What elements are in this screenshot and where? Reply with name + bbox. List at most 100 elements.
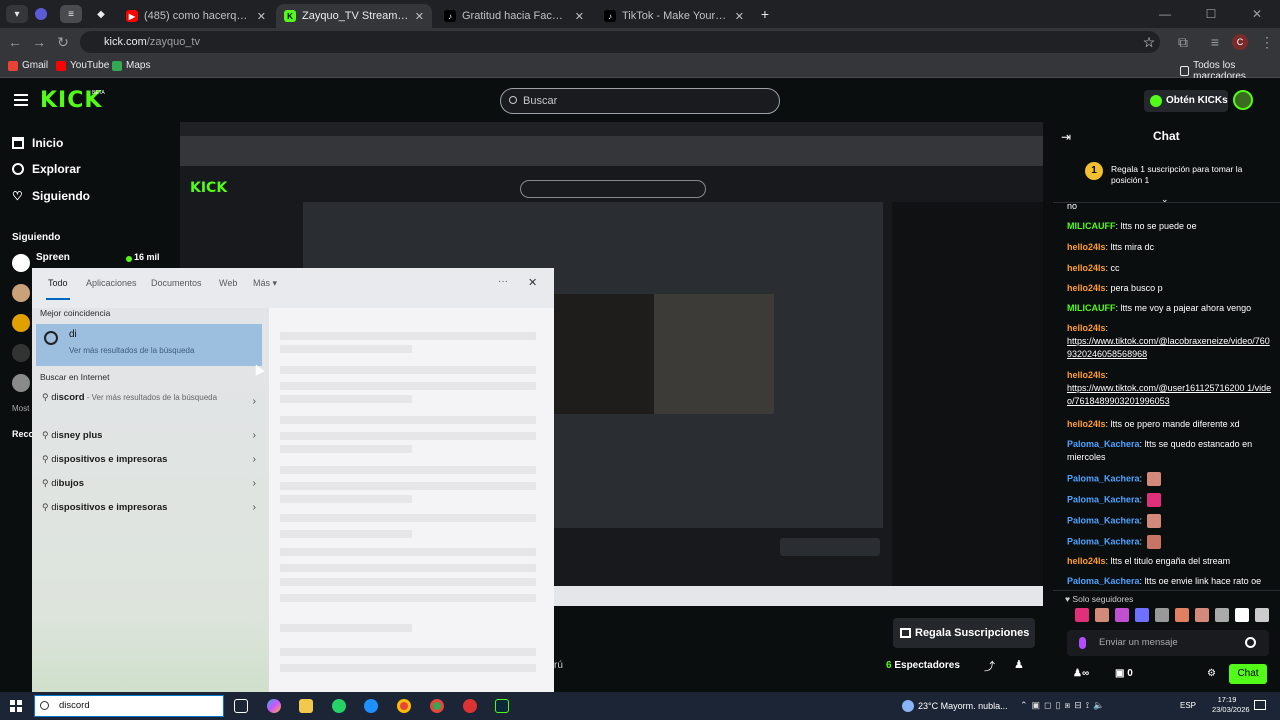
gift-subs-button[interactable]: Regala Suscripciones xyxy=(893,618,1035,648)
chat-username[interactable]: hello24ls xyxy=(1067,556,1106,566)
chat-message[interactable]: MILICAUFF: ltts me voy a pajear ahora ve… xyxy=(1067,302,1272,315)
tab-documentos[interactable]: Documentos xyxy=(151,278,202,288)
tab-search-icon[interactable]: ▾ xyxy=(6,5,28,23)
chat-username[interactable]: Paloma_Kachera xyxy=(1067,494,1140,504)
settings-gear-icon[interactable]: ⚙ xyxy=(1207,668,1216,679)
web-suggestion-discord[interactable]: ⚲ discord - Ver más resultados de la bús… xyxy=(42,392,256,420)
file-explorer-icon[interactable] xyxy=(299,699,313,713)
tab-aplicaciones[interactable]: Aplicaciones xyxy=(86,278,137,288)
emote-icon[interactable] xyxy=(1155,608,1169,622)
chat-message[interactable]: hello24ls: https://www.tiktok.com/@user16… xyxy=(1067,369,1272,408)
bookmark-gmail[interactable]: Gmail xyxy=(8,60,48,71)
task-view-icon[interactable] xyxy=(234,699,248,713)
windows-start-icon[interactable] xyxy=(10,700,22,712)
nav-explorar[interactable]: Explorar xyxy=(12,162,81,176)
tab-web[interactable]: Web xyxy=(219,278,237,288)
best-match-item[interactable]: di Ver más resultados de la búsqueda xyxy=(36,324,262,366)
chat-message[interactable]: hello24ls: pera busco p xyxy=(1067,282,1272,295)
chat-username[interactable]: hello24ls xyxy=(1067,419,1106,429)
weather-text[interactable]: 23°C Mayorm. nubla... xyxy=(918,701,1008,711)
minimize-icon[interactable]: — xyxy=(1142,0,1188,28)
notifications-icon[interactable] xyxy=(1254,700,1266,710)
chat-username[interactable]: hello24ls xyxy=(1067,283,1106,293)
pinned-tab-diamond-icon[interactable]: ◆ xyxy=(90,5,112,23)
pinned-gift-prompt[interactable]: Regala 1 suscripción para tomar la posic… xyxy=(1111,164,1261,186)
chat-username[interactable]: Paloma_Kachera xyxy=(1067,473,1140,483)
chat-message[interactable]: MILICAUFF: ltts no se puede oe xyxy=(1067,220,1272,233)
emoji-icon[interactable] xyxy=(1245,637,1256,648)
back-button[interactable]: ← xyxy=(6,33,24,51)
chat-username[interactable]: MILICAUFF xyxy=(1067,221,1116,231)
chat-message[interactable]: Paloma_Kachera: ltts se quedo estancado … xyxy=(1067,438,1272,464)
whatsapp-icon[interactable] xyxy=(332,699,346,713)
follow-person-icon[interactable]: ♟ xyxy=(1014,658,1024,671)
tab-todo[interactable]: Todo xyxy=(48,278,68,288)
points-counter[interactable]: ▣ 0 xyxy=(1115,668,1133,679)
chat-input[interactable]: Enviar un mensaje xyxy=(1067,630,1269,656)
emote-icon[interactable] xyxy=(1255,608,1269,622)
chrome-icon[interactable] xyxy=(397,699,411,713)
chat-username[interactable]: Paloma_Kachera xyxy=(1067,515,1140,525)
star-bookmark-icon[interactable]: ☆ xyxy=(1140,33,1158,51)
chat-username[interactable]: Paloma_Kachera xyxy=(1067,439,1140,449)
close-tab-icon[interactable]: ✕ xyxy=(257,10,266,23)
chat-username[interactable]: hello24ls xyxy=(1067,323,1106,333)
avatar[interactable] xyxy=(12,344,30,362)
search-input[interactable]: Buscar xyxy=(500,88,780,114)
web-suggestion[interactable]: ⚲ disney plus › xyxy=(42,430,256,441)
emote-icon[interactable] xyxy=(1215,608,1229,622)
pinned-tab-profile-icon[interactable] xyxy=(30,5,52,23)
browser-tab-active[interactable]: K Zayquo_TV Stream - Watch Liv ✕ xyxy=(276,4,432,28)
language-indicator[interactable]: ESP xyxy=(1180,701,1196,710)
chat-link[interactable]: https://www.tiktok.com/@lacobraxeneize/v… xyxy=(1067,336,1270,359)
infinity-points-icon[interactable]: ♟∞ xyxy=(1073,668,1089,679)
terminal-icon[interactable] xyxy=(495,699,509,713)
emote-icon[interactable] xyxy=(1195,608,1209,622)
chat-username[interactable]: hello24ls xyxy=(1067,370,1106,380)
browser-tab[interactable]: ♪ TikTok - Make Your Day ✕ xyxy=(596,4,752,28)
chat-message[interactable]: hello24ls: https://www.tiktok.com/@lacobr… xyxy=(1067,322,1272,361)
browser-tab[interactable]: ♪ Gratitud hacia Facu: Siempre e ✕ xyxy=(436,4,592,28)
bookmark-youtube[interactable]: YouTube xyxy=(56,60,109,71)
close-icon[interactable]: ✕ xyxy=(528,276,537,289)
mic-icon[interactable] xyxy=(1079,637,1086,649)
emote-icon[interactable] xyxy=(1135,608,1149,622)
extensions-icon[interactable]: ⧉ xyxy=(1174,33,1192,51)
emote-icon[interactable] xyxy=(1235,608,1249,622)
channel-name[interactable]: Spreen xyxy=(36,252,70,263)
tray-icons[interactable]: ⌃▣◻▯⧆⊟⟟🔈 xyxy=(1020,700,1108,711)
chat-message[interactable]: Paloma_Kachera: xyxy=(1067,535,1272,549)
user-avatar[interactable] xyxy=(1233,90,1253,110)
emote-icon[interactable] xyxy=(1075,608,1089,622)
web-suggestion[interactable]: ⚲ dispositivos e impresoras › xyxy=(42,454,256,465)
menu-kebab-icon[interactable]: ⋮ xyxy=(1258,33,1276,51)
browser-tab[interactable]: ▶ (485) como hacerque mi chat n ✕ xyxy=(118,4,274,28)
avatar[interactable] xyxy=(12,314,30,332)
profile-avatar[interactable]: C xyxy=(1232,34,1248,50)
close-tab-icon[interactable]: ✕ xyxy=(575,10,584,23)
chat-send-button[interactable]: Chat xyxy=(1229,664,1267,684)
chrome-profile-icon[interactable] xyxy=(430,699,444,713)
close-tab-icon[interactable]: ✕ xyxy=(735,10,744,23)
pinned-tab-stack-icon[interactable]: ≡ xyxy=(60,5,82,23)
forward-button[interactable]: → xyxy=(30,33,48,51)
emote-icon[interactable] xyxy=(1175,608,1189,622)
copilot-icon[interactable] xyxy=(267,699,281,713)
chat-message[interactable]: Paloma_Kachera: xyxy=(1067,472,1272,486)
chat-message[interactable]: hello24ls: ltts oe ppero mande diferente… xyxy=(1067,418,1272,431)
chat-username[interactable]: hello24ls xyxy=(1067,263,1106,273)
edge-icon[interactable] xyxy=(364,699,378,713)
chat-link[interactable]: https://www.tiktok.com/@user161125716200… xyxy=(1067,383,1271,406)
bookmark-maps[interactable]: Maps xyxy=(112,60,150,71)
chat-message[interactable]: hello24ls: ltts mira dc xyxy=(1067,241,1272,254)
chat-username[interactable]: MILICAUFF xyxy=(1067,303,1116,313)
collapse-chat-icon[interactable]: ⇥ xyxy=(1061,130,1071,144)
chat-message[interactable]: hello24ls: ltts el titulo engaña del str… xyxy=(1067,555,1272,568)
chat-message[interactable]: Paloma_Kachera: ltts oe envie link hace … xyxy=(1067,575,1272,588)
share-icon[interactable]: ⤴ xyxy=(984,658,995,674)
avatar[interactable] xyxy=(12,284,30,302)
url-field[interactable]: kick.com/zayquo_tv xyxy=(80,31,1160,53)
nav-siguiendo[interactable]: ♡ Siguiendo xyxy=(12,189,90,203)
app-icon[interactable] xyxy=(463,699,477,713)
maximize-icon[interactable]: ☐ xyxy=(1188,0,1234,28)
